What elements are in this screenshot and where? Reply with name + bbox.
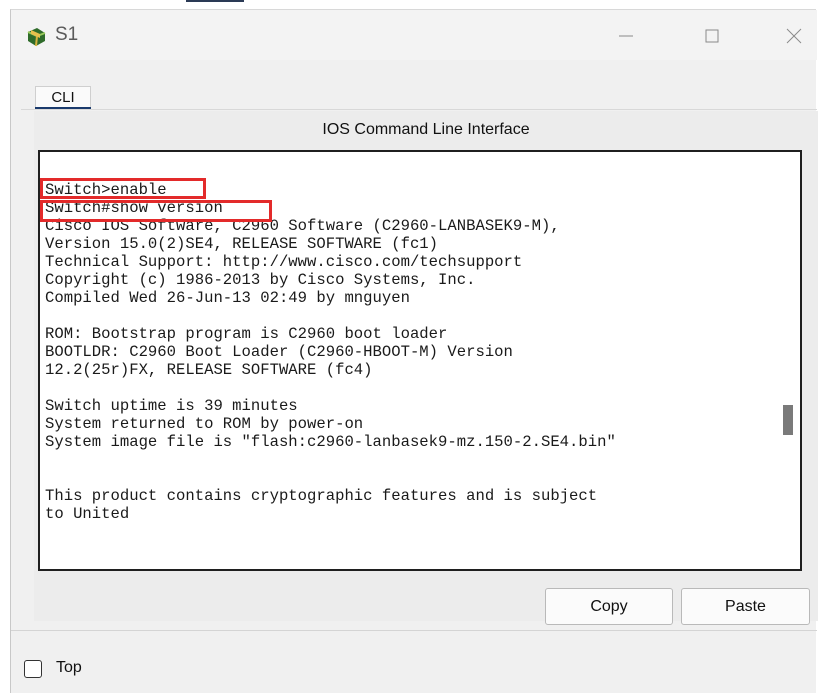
copy-button[interactable]: Copy bbox=[545, 588, 673, 625]
window-title: S1 bbox=[55, 24, 79, 45]
paste-button[interactable]: Paste bbox=[681, 588, 810, 625]
terminal-line: Compiled Wed 26-Jun-13 02:49 by mnguyen bbox=[45, 289, 410, 307]
minimize-icon bbox=[619, 35, 633, 37]
scrollbar-thumb[interactable] bbox=[783, 405, 793, 435]
terminal-line: to United bbox=[45, 505, 130, 523]
terminal-line: Switch uptime is 39 minutes bbox=[45, 397, 298, 415]
tab-cli[interactable]: CLI bbox=[35, 86, 91, 109]
top-accent-line bbox=[186, 0, 244, 2]
maximize-button[interactable] bbox=[689, 18, 735, 54]
terminal-line: System image file is "flash:c2960-lanbas… bbox=[45, 433, 616, 451]
minimize-button[interactable] bbox=[603, 18, 649, 54]
tab-bar: CLI bbox=[21, 77, 817, 111]
maximize-icon bbox=[705, 29, 719, 43]
terminal-output[interactable]: Switch>enable Switch#show version Cisco … bbox=[38, 150, 802, 571]
close-icon bbox=[786, 28, 802, 44]
terminal-line: 12.2(25r)FX, RELEASE SOFTWARE (fc4) bbox=[45, 361, 373, 379]
top-label: Top bbox=[56, 659, 82, 676]
top-checkbox[interactable] bbox=[24, 660, 42, 678]
terminal-line: System returned to ROM by power-on bbox=[45, 415, 364, 433]
switch-app-icon bbox=[27, 28, 46, 47]
tab-divider bbox=[21, 109, 817, 110]
terminal-lines: Switch>enable Switch#show version Cisco … bbox=[45, 181, 616, 523]
bottom-divider bbox=[11, 630, 817, 631]
cli-panel: IOS Command Line Interface Switch>enable… bbox=[34, 111, 818, 625]
terminal-line: Version 15.0(2)SE4, RELEASE SOFTWARE (fc… bbox=[45, 235, 439, 253]
terminal-line: This product contains cryptographic feat… bbox=[45, 487, 598, 505]
terminal-line: Technical Support: http://www.cisco.com/… bbox=[45, 253, 523, 271]
device-window: S1 CLI IOS Command Line Interface Switch… bbox=[10, 9, 818, 693]
highlight-box-enable bbox=[40, 178, 206, 199]
terminal-line: ROM: Bootstrap program is C2960 boot loa… bbox=[45, 325, 448, 343]
cli-title: IOS Command Line Interface bbox=[322, 121, 530, 138]
terminal-line: BOOTLDR: C2960 Boot Loader (C2960-HBOOT-… bbox=[45, 343, 513, 361]
highlight-box-show-version bbox=[40, 200, 272, 222]
close-button[interactable] bbox=[771, 18, 817, 54]
terminal-line: Copyright (c) 1986-2013 by Cisco Systems… bbox=[45, 271, 476, 289]
title-bar: S1 bbox=[11, 10, 817, 60]
